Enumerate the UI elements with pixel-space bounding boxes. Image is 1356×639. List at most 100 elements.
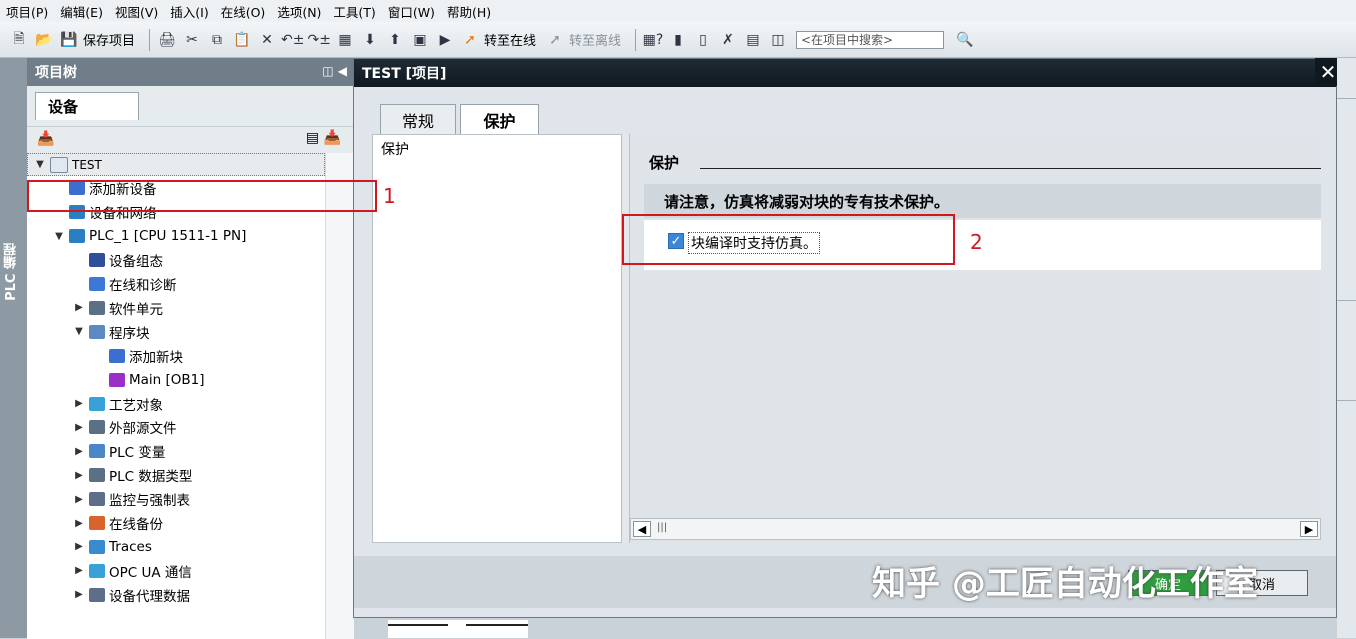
tree-item-label: Main [OB1]	[129, 371, 205, 388]
diagnostics-icon	[89, 277, 105, 291]
download-icon[interactable]: ⬇	[359, 29, 381, 51]
accessible-devices-icon[interactable]: ▦?	[642, 29, 664, 51]
section-title: 保护	[649, 154, 680, 172]
tree-item[interactable]: ▶ 在线备份	[27, 512, 371, 535]
menu-item[interactable]: 编辑(E)	[54, 2, 109, 21]
tree-item[interactable]: 设备组态	[27, 249, 371, 272]
tree-item[interactable]: ▶ 设备代理数据	[27, 583, 371, 606]
tree-item[interactable]: ▶ 监控与强制表	[27, 488, 371, 511]
add-new-icon[interactable]: 📥	[37, 131, 54, 147]
annotation-label-1: 1	[383, 184, 396, 208]
plc-programming-label[interactable]: PLC 编程	[2, 243, 24, 301]
tree-item[interactable]: ▶ PLC 数据类型	[27, 464, 371, 487]
plc-icon	[69, 229, 85, 244]
overview-icon[interactable]: ▤ 📥	[306, 130, 341, 146]
print-icon[interactable]: 🖨	[156, 29, 178, 51]
software-unit-icon	[89, 300, 105, 315]
stop-cpu-icon[interactable]: ▯	[692, 29, 714, 51]
new-project-icon[interactable]: 🗎	[8, 29, 30, 51]
redo-icon[interactable]: ↷±	[307, 29, 330, 51]
menu-item[interactable]: 窗口(W)	[382, 2, 441, 21]
go-online-button[interactable]: 转至在线	[484, 30, 536, 49]
tree-item[interactable]: ▼ 程序块	[27, 320, 371, 343]
tree-item-label: PLC 变量	[109, 445, 166, 462]
go-online-icon[interactable]: ➚	[459, 29, 481, 51]
horizontal-scrollbar[interactable]: ◀ ||| ▶	[630, 518, 1321, 540]
search-icon[interactable]: 🔍	[954, 29, 976, 51]
annotation-box-2	[622, 214, 955, 265]
menu-item[interactable]: 视图(V)	[109, 2, 164, 21]
tree-item[interactable]: ▶ PLC 变量	[27, 440, 371, 463]
program-blocks-icon	[89, 324, 105, 339]
menu-item[interactable]: 工具(T)	[327, 2, 381, 21]
pane-splitter[interactable]	[621, 134, 630, 543]
tree-item[interactable]: ▶ Traces	[27, 535, 371, 558]
cut-icon[interactable]: ✂	[181, 29, 203, 51]
add-block-icon	[109, 348, 125, 363]
tree-item-label: 设备组态	[109, 254, 163, 271]
start-sim-icon[interactable]: ▶	[434, 29, 456, 51]
expanded-arrow-icon[interactable]: ▼	[73, 326, 85, 337]
delete-icon[interactable]: ✕	[256, 29, 278, 51]
menu-item[interactable]: 插入(I)	[164, 2, 214, 21]
online-backup-icon	[89, 516, 105, 530]
project-tree-title: 项目树	[35, 65, 77, 81]
menu-item[interactable]: 选项(N)	[271, 2, 327, 21]
tab-protection[interactable]: 保护	[460, 104, 539, 134]
save-icon[interactable]: 💾	[58, 29, 80, 51]
tree-item[interactable]: ▼ PLC_1 [CPU 1511-1 PN]	[27, 225, 351, 248]
expanded-arrow-icon[interactable]: ▼	[34, 159, 46, 170]
collapsed-arrow-icon[interactable]: ▶	[73, 541, 85, 552]
scroll-right-icon[interactable]: ▶	[1300, 521, 1318, 537]
menu-item[interactable]: 在线(O)	[215, 2, 272, 21]
nav-item-protection[interactable]: 保护	[381, 139, 409, 159]
collapsed-arrow-icon[interactable]: ▶	[73, 422, 85, 433]
tree-item[interactable]: Main [OB1]	[27, 368, 391, 391]
collapsed-arrow-icon[interactable]: ▶	[73, 589, 85, 600]
tree-item[interactable]: ▶ OPC UA 通信	[27, 559, 371, 582]
cross-reference-icon[interactable]: ✗	[717, 29, 739, 51]
save-project-button[interactable]: 保存项目	[83, 30, 135, 49]
start-cpu-icon[interactable]: ▮	[667, 29, 689, 51]
right-side-strip	[1337, 58, 1356, 638]
tree-item[interactable]: ▶ 外部源文件	[27, 416, 371, 439]
technology-objects-icon	[89, 396, 105, 411]
split-horizontal-icon[interactable]: ▤	[742, 29, 764, 51]
device-config-icon	[89, 253, 105, 268]
split-vertical-icon[interactable]: ◫	[767, 29, 789, 51]
go-offline-icon[interactable]: ➚	[544, 29, 566, 51]
scroll-thumb-icon[interactable]: |||	[657, 522, 667, 533]
tab-general[interactable]: 常规	[380, 104, 456, 134]
collapsed-arrow-icon[interactable]: ▶	[73, 446, 85, 457]
tree-item[interactable]: 添加新块	[27, 344, 391, 367]
tab-devices[interactable]: 设备	[35, 92, 139, 120]
go-offline-button[interactable]: 转至离线	[569, 30, 621, 49]
collapsed-arrow-icon[interactable]: ▶	[73, 565, 85, 576]
collapsed-arrow-icon[interactable]: ▶	[73, 302, 85, 313]
tree-item-label: 在线和诊断	[109, 278, 177, 294]
collapsed-arrow-icon[interactable]: ▶	[73, 470, 85, 481]
collapse-panel-icon[interactable]: ◫ ◀	[322, 64, 347, 78]
undo-icon[interactable]: ↶±	[281, 29, 304, 51]
simulation-icon[interactable]: ▣	[409, 29, 431, 51]
compile-icon[interactable]: ▦	[334, 29, 356, 51]
paste-icon[interactable]: 📋	[231, 29, 253, 51]
upload-icon[interactable]: ⬆	[384, 29, 406, 51]
expanded-arrow-icon[interactable]: ▼	[53, 231, 65, 242]
tree-item[interactable]: ▼ TEST	[27, 153, 325, 176]
tree-item[interactable]: ▶ 工艺对象	[27, 392, 371, 415]
project-search-input[interactable]: <在项目中搜索>	[795, 30, 944, 49]
tree-item[interactable]: 在线和诊断	[27, 273, 371, 296]
collapsed-arrow-icon[interactable]: ▶	[73, 518, 85, 529]
ladder-line	[466, 624, 528, 626]
collapsed-arrow-icon[interactable]: ▶	[73, 398, 85, 409]
copy-icon[interactable]: ⧉	[206, 29, 228, 51]
open-project-icon[interactable]: 📂	[33, 29, 55, 51]
tree-item-label: 在线备份	[109, 517, 163, 533]
tree-item[interactable]: ▶ 软件单元	[27, 296, 371, 319]
menu-item[interactable]: 帮助(H)	[441, 2, 497, 21]
menu-item[interactable]: 项目(P)	[0, 2, 54, 21]
tree-item-label: 工艺对象	[109, 397, 163, 414]
collapsed-arrow-icon[interactable]: ▶	[73, 494, 85, 505]
scroll-left-icon[interactable]: ◀	[633, 521, 651, 537]
